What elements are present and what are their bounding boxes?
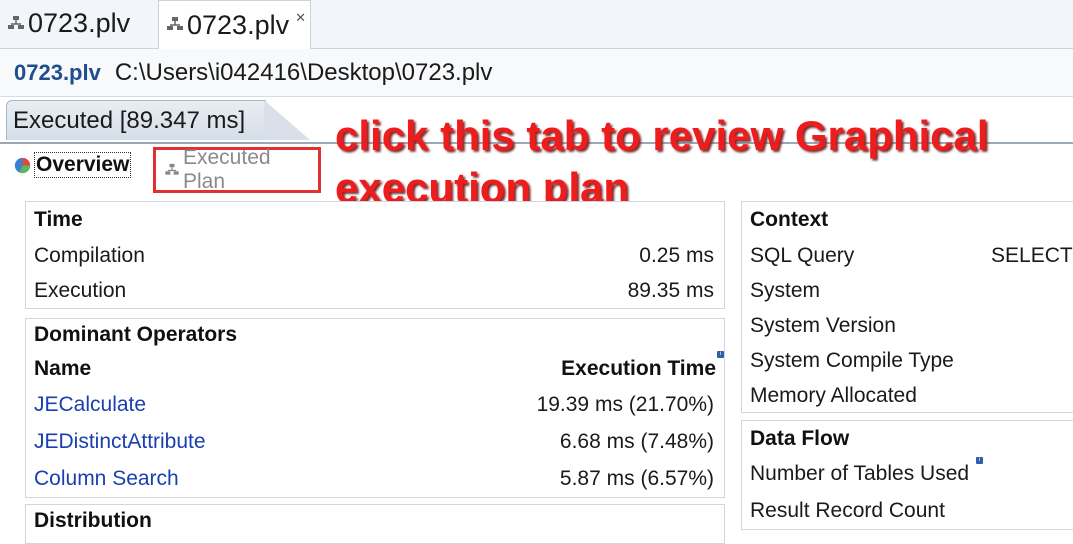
info-icon: i [976, 457, 983, 464]
pie-chart-icon [14, 157, 31, 173]
tab-overview-label: Overview [34, 152, 132, 178]
operator-link[interactable]: JEDistinctAttribute [34, 430, 206, 454]
file-path: C:\Users\i042416\Desktop\0723.plv [114, 58, 493, 86]
time-title: Time [34, 208, 83, 231]
editor-tab-2-label: 0723.plv [187, 9, 290, 40]
distribution-panel: Distribution [25, 504, 725, 544]
time-panel: Time Compilation 0.25 ms Execution 89.35… [25, 201, 725, 309]
operator-link[interactable]: Column Search [34, 467, 179, 491]
context-panel: Context SQL Query SELECT / System System… [741, 201, 1073, 413]
operator-link[interactable]: JECalculate [34, 393, 146, 417]
executed-tab[interactable]: Executed [89.347 ms] [6, 100, 266, 140]
dominant-operators-title: Dominant Operators [34, 323, 238, 346]
dominant-operators-panel: Dominant Operators Name Execution Time i… [25, 318, 725, 498]
operator-time: 5.87 ms (6.57%) [559, 467, 714, 490]
editor-tab-bar: 0723.plv 0723.plv ✕ [0, 0, 1073, 49]
column-header-name: Name [34, 357, 92, 380]
tab-overview[interactable]: Overview [14, 152, 132, 178]
path-bar: 0723.plv C:\Users\i042416\Desktop\0723.p… [0, 49, 1073, 97]
compilation-label: Compilation [34, 244, 145, 267]
context-label: System Version [750, 314, 896, 337]
close-icon[interactable]: ✕ [295, 10, 306, 26]
plan-icon [8, 15, 24, 29]
plan-icon [167, 17, 183, 30]
plan-icon [165, 163, 179, 175]
execution-label: Execution [34, 279, 127, 302]
editor-tab-1[interactable]: 0723.plv [0, 0, 158, 47]
data-flow-panel: Data Flow Number of Tables Used i Result… [741, 420, 1073, 530]
operator-time: 19.39 ms (21.70%) [536, 393, 714, 416]
dataflow-label: Result Record Count [750, 499, 945, 522]
column-header-execution-time[interactable]: Execution Time [561, 357, 716, 381]
file-name: 0723.plv [14, 59, 101, 85]
annotation-line-1: click this tab to review Graphical [335, 112, 989, 159]
compilation-value: 0.25 ms [639, 244, 714, 267]
tab-executed-plan[interactable]: Executed Plan [153, 146, 321, 193]
data-flow-title: Data Flow [750, 427, 850, 450]
sql-query-value: SELECT / [991, 244, 1073, 267]
annotation-text: click this tab to review Graphical execu… [335, 110, 1055, 214]
executed-tab-label: Executed [89.347 ms] [13, 106, 246, 134]
execution-value: 89.35 ms [627, 279, 714, 302]
editor-tab-2[interactable]: 0723.plv ✕ [158, 0, 311, 49]
context-label: SQL Query [750, 244, 855, 267]
editor-tab-1-label: 0723.plv [28, 8, 131, 38]
context-title: Context [750, 208, 829, 231]
context-label: Memory Allocated [750, 384, 917, 407]
info-icon: i [717, 351, 724, 358]
distribution-title: Distribution [34, 509, 152, 532]
executed-tab-edge [264, 100, 310, 140]
operator-time: 6.68 ms (7.48%) [559, 430, 714, 453]
tab-executed-plan-label: Executed Plan [183, 146, 271, 193]
context-label: System Compile Type [750, 349, 954, 372]
dataflow-label: Number of Tables Used [750, 462, 970, 485]
context-label: System [750, 279, 821, 302]
